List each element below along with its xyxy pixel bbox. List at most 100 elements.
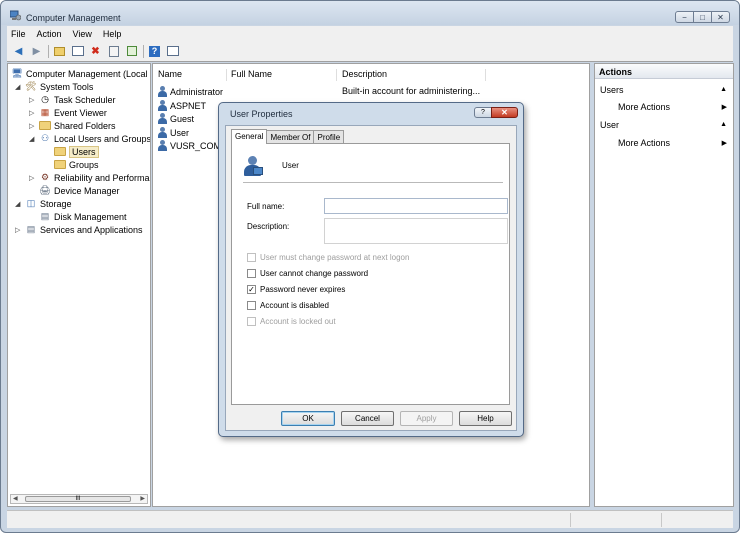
password-never-expires-checkbox[interactable]: ✓ Password never expires bbox=[247, 285, 345, 294]
tree-item-shared-folders[interactable]: ▷ Shared Folders bbox=[29, 119, 116, 132]
full-name-label: Full name: bbox=[247, 202, 285, 211]
close-dialog-button[interactable]: ✕ bbox=[491, 107, 518, 118]
column-header-full-name[interactable]: Full Name bbox=[231, 69, 272, 79]
tree-item-groups[interactable]: Groups bbox=[54, 158, 99, 171]
column-header-description[interactable]: Description bbox=[342, 69, 387, 79]
collapse-arrow-icon[interactable]: ◢ bbox=[15, 200, 25, 208]
expand-arrow-icon[interactable]: ▷ bbox=[15, 226, 25, 234]
table-row[interactable]: Guest bbox=[157, 112, 194, 125]
account-locked-out-checkbox[interactable]: Account is locked out bbox=[247, 317, 336, 326]
show-hide-action-pane-icon[interactable] bbox=[166, 45, 179, 58]
tree-item-computer-management[interactable]: 🖥 Computer Management (Local bbox=[11, 67, 147, 80]
tab-member-of[interactable]: Member Of bbox=[266, 130, 315, 143]
scroll-left-arrow-icon[interactable]: ◀ bbox=[13, 495, 18, 502]
help-button[interactable]: ? bbox=[474, 107, 492, 118]
collapse-up-icon[interactable]: ▲ bbox=[720, 86, 727, 93]
delete-icon[interactable]: ✖ bbox=[89, 45, 102, 58]
minimize-button[interactable]: − bbox=[675, 11, 694, 23]
cannot-change-password-checkbox[interactable]: User cannot change password bbox=[247, 269, 368, 278]
column-divider[interactable] bbox=[226, 69, 227, 81]
checkbox-box[interactable] bbox=[247, 317, 256, 326]
show-hide-tree-icon[interactable] bbox=[71, 45, 84, 58]
more-actions-users[interactable]: More Actions bbox=[618, 102, 670, 112]
apply-button[interactable]: Apply bbox=[400, 411, 453, 426]
tree-item-device-manager[interactable]: 🖨 Device Manager bbox=[39, 184, 120, 197]
actions-pane: Actions Users ▲ More Actions ▶ User ▲ Mo… bbox=[594, 63, 734, 507]
menu-file[interactable]: File bbox=[11, 29, 26, 39]
tree-item-users[interactable]: Users bbox=[54, 145, 99, 158]
must-change-password-checkbox[interactable]: User must change password at next logon bbox=[247, 253, 409, 262]
tree-item-task-scheduler[interactable]: ▷ ◷ Task Scheduler bbox=[29, 93, 116, 106]
tree-item-system-tools[interactable]: ◢ 🛠 System Tools bbox=[15, 80, 93, 93]
table-row[interactable]: ASPNET bbox=[157, 99, 206, 112]
user-icon bbox=[157, 100, 168, 111]
tree-item-label: Disk Management bbox=[54, 211, 127, 222]
toolbar-separator bbox=[48, 44, 49, 58]
tree-horizontal-scrollbar[interactable]: ◀ III ▶ bbox=[10, 494, 148, 504]
export-list-icon[interactable] bbox=[125, 45, 138, 58]
system-tools-icon: 🛠 bbox=[25, 81, 37, 91]
expand-arrow-icon[interactable]: ▷ bbox=[29, 174, 39, 182]
properties-icon[interactable] bbox=[107, 45, 120, 58]
collapse-arrow-icon[interactable]: ◢ bbox=[15, 83, 25, 91]
tree-item-label: Task Scheduler bbox=[54, 94, 116, 105]
tab-general[interactable]: General bbox=[231, 129, 268, 144]
menu-view[interactable]: View bbox=[73, 29, 92, 39]
maximize-button[interactable]: □ bbox=[693, 11, 712, 23]
menu-help[interactable]: Help bbox=[103, 29, 122, 39]
back-arrow-icon[interactable]: ◀ bbox=[12, 45, 25, 58]
status-divider bbox=[661, 513, 662, 527]
tree-item-event-viewer[interactable]: ▷ ▦ Event Viewer bbox=[29, 106, 107, 119]
up-folder-icon[interactable] bbox=[53, 45, 66, 58]
account-disabled-checkbox[interactable]: Account is disabled bbox=[247, 301, 329, 310]
tree-item-disk-management[interactable]: ▤ Disk Management bbox=[39, 210, 127, 223]
shared-folders-icon bbox=[39, 120, 51, 131]
table-row[interactable]: Administrator bbox=[157, 85, 223, 98]
user-icon bbox=[157, 86, 168, 97]
close-window-button[interactable]: ✕ bbox=[711, 11, 730, 23]
checkbox-box[interactable] bbox=[247, 269, 256, 278]
checkmark-icon[interactable]: ✓ bbox=[247, 285, 256, 294]
ok-button[interactable]: OK bbox=[281, 411, 335, 426]
column-header-name[interactable]: Name bbox=[158, 69, 182, 79]
menu-action[interactable]: Action bbox=[37, 29, 62, 39]
user-icon bbox=[157, 127, 168, 138]
tree-item-label: Users bbox=[69, 145, 99, 158]
tab-profile[interactable]: Profile bbox=[313, 130, 345, 143]
cancel-button[interactable]: Cancel bbox=[341, 411, 394, 426]
actions-section-users[interactable]: Users bbox=[600, 85, 624, 95]
user-icon bbox=[157, 113, 168, 124]
help-dialog-button[interactable]: Help bbox=[459, 411, 512, 426]
collapse-arrow-icon[interactable]: ◢ bbox=[29, 135, 39, 143]
full-name-field[interactable] bbox=[324, 198, 508, 214]
expand-arrow-icon[interactable]: ▷ bbox=[29, 96, 39, 104]
expand-arrow-icon[interactable]: ▷ bbox=[29, 109, 39, 117]
collapse-up-icon[interactable]: ▲ bbox=[720, 121, 727, 128]
more-actions-user[interactable]: More Actions bbox=[618, 138, 670, 148]
help-icon[interactable]: ? bbox=[148, 45, 161, 58]
folder-icon bbox=[54, 146, 66, 157]
checkbox-label: Account is disabled bbox=[260, 301, 329, 310]
expand-arrow-icon[interactable]: ▷ bbox=[29, 122, 39, 130]
checkbox-label: Password never expires bbox=[260, 285, 346, 294]
actions-section-user[interactable]: User bbox=[600, 120, 619, 130]
tree-item-services-and-applications[interactable]: ▷ ▤ Services and Applications bbox=[15, 223, 143, 236]
tree-item-reliability[interactable]: ▷ ⚙ Reliability and Performa bbox=[29, 171, 150, 184]
checkbox-box[interactable] bbox=[247, 301, 256, 310]
tree-item-storage[interactable]: ◢ ◫ Storage bbox=[15, 197, 72, 210]
table-row[interactable]: User bbox=[157, 126, 189, 139]
column-divider[interactable] bbox=[336, 69, 337, 81]
tree-item-label: Device Manager bbox=[54, 185, 120, 196]
checkbox-box[interactable] bbox=[247, 253, 256, 262]
column-divider[interactable] bbox=[485, 69, 486, 81]
tree-item-label: Groups bbox=[69, 159, 99, 170]
toolbar: ◀ ▶ ✖ ? bbox=[7, 41, 733, 62]
scrollbar-thumb[interactable]: III bbox=[25, 496, 131, 502]
forward-arrow-icon[interactable]: ▶ bbox=[30, 45, 43, 58]
description-field[interactable] bbox=[324, 218, 508, 244]
tree-item-local-users-and-groups[interactable]: ◢ ⚇ Local Users and Groups bbox=[29, 132, 150, 145]
scroll-right-arrow-icon[interactable]: ▶ bbox=[140, 495, 145, 502]
tree-item-label: Reliability and Performa bbox=[54, 172, 150, 183]
user-description-cell: Built-in account for administering... bbox=[342, 86, 481, 96]
user-name-cell: Administrator bbox=[170, 86, 224, 97]
